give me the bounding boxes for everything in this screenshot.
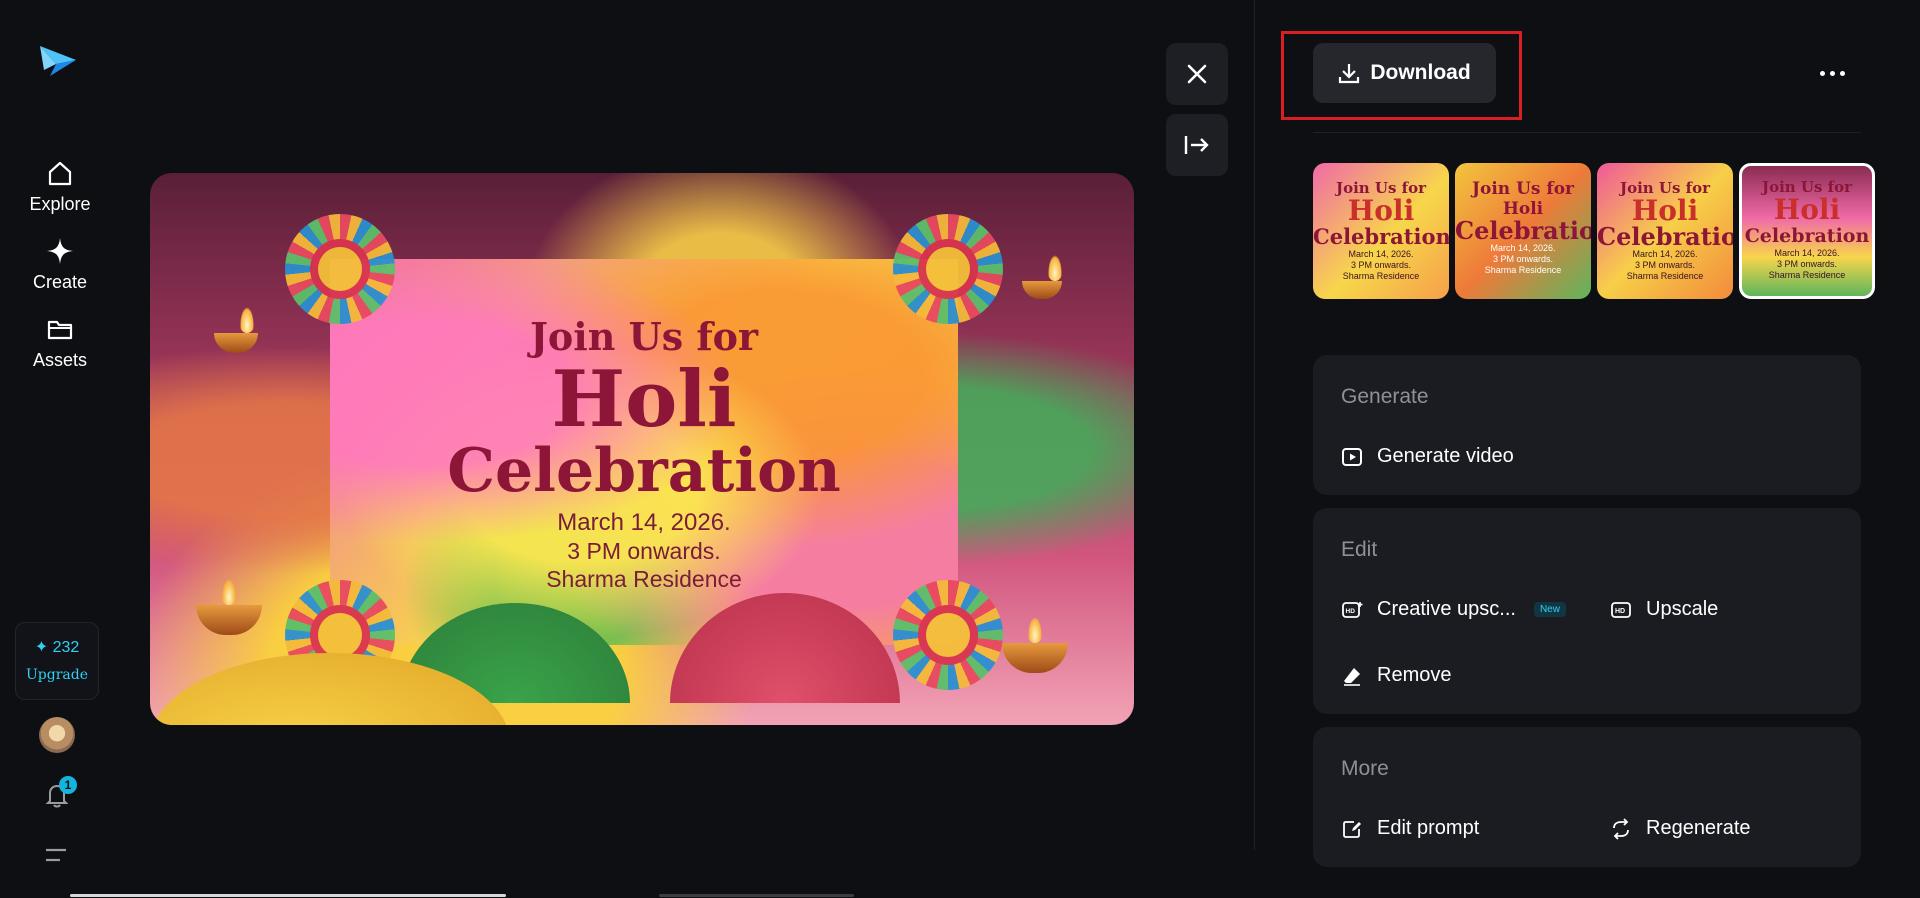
remove-button[interactable]: Remove [1341,664,1451,687]
horizontal-scrollbar[interactable] [70,894,506,897]
app-logo[interactable] [36,40,78,82]
more-icon [1819,70,1845,76]
thumb-line2: Holi [1347,194,1415,227]
mandala-decoration [893,214,1003,324]
edit-title: Edit [1341,538,1378,561]
poster-line2: Holi [551,354,737,445]
regenerate-label: Regenerate [1646,817,1751,839]
horizontal-scrollbar-secondary[interactable] [659,894,854,897]
regenerate-button[interactable]: Regenerate [1610,817,1751,840]
home-icon [48,161,72,186]
diya-lamp [1022,255,1062,299]
thumb-line3: Celebration [1313,224,1449,249]
thumbnail-1[interactable]: Join Us for Holi Celebration March 14, 2… [1313,163,1449,299]
thumb-line3: Celebration [1597,222,1733,251]
thumb-time: 3 PM onwards. [1492,254,1554,264]
poster-time: 3 PM onwards. [567,538,721,564]
thumb-place: Sharma Residence [1626,271,1704,281]
thumb-line2: Holi [1773,193,1841,226]
thumbnail-2[interactable]: Join Us for Holi Celebration March 14, 2… [1455,163,1591,299]
diya-lamp [1002,617,1068,673]
thumb-place: Sharma Residence [1484,265,1562,275]
generate-video-label: Generate video [1377,445,1514,467]
poster-line3: Celebration [447,436,841,506]
more-title: More [1341,757,1389,780]
hd-plus-icon: HD [1342,601,1363,618]
regenerate-icon [1613,817,1629,840]
poster-place: Sharma Residence [546,566,742,592]
thumb-place: Sharma Residence [1768,270,1846,280]
menu-icon[interactable] [44,846,70,866]
upscale-button[interactable]: HD Upscale [1610,598,1718,621]
thumbnail-4[interactable]: Join Us for Holi Celebration March 14, 2… [1739,163,1875,299]
download-button[interactable]: Download [1313,43,1496,103]
edit-prompt-button[interactable]: Edit prompt [1341,817,1479,840]
thumb-line2: Holi [1631,194,1699,227]
thumb-place: Sharma Residence [1342,271,1420,281]
poster-line1: Join Us for [529,314,759,359]
edit-card: Edit HD Creative upsc... New HD Upscale … [1313,508,1861,714]
download-icon [1339,64,1360,84]
header-divider [1313,132,1861,133]
sidebar-item-assets[interactable]: Assets [10,314,110,371]
download-label: Download [1370,61,1471,84]
folder-icon [47,320,73,340]
notification-badge: 1 [59,776,77,794]
avatar[interactable] [39,717,75,753]
hd-icon: HD [1611,601,1631,618]
eraser-icon [1344,667,1360,686]
edit-prompt-icon [1343,820,1361,838]
generate-title: Generate [1341,385,1429,408]
close-button[interactable] [1166,43,1228,105]
thumb-date: March 14, 2026. [1348,249,1414,259]
remove-label: Remove [1377,664,1452,686]
mandala-decoration [285,214,395,324]
poster-text: Join Us for Holi Celebration March 14, 2… [330,314,958,593]
sidebar-item-label: Explore [29,194,91,214]
collapse-panel-icon [1184,136,1209,154]
close-icon [1187,64,1207,84]
generate-video-button[interactable]: Generate video [1341,445,1514,468]
play-video-icon [1342,447,1362,466]
sidebar-item-label: Create [32,272,88,292]
sparkle-icon [47,238,73,264]
poster-card: Join Us for Holi Celebration March 14, 2… [285,214,1003,690]
mandala-decoration [893,580,1003,690]
creative-upscale-label: Creative upsc... [1377,598,1516,620]
thumb-line3: Celebration [1744,225,1870,247]
thumb-date: March 14, 2026. [1774,248,1840,258]
sidebar-item-label: Assets [32,350,88,370]
thumb-time: 3 PM onwards. [1634,260,1696,270]
credits-count: ✦ 232 [34,639,80,656]
thumb-line3: Celebration [1455,216,1591,245]
poster-date: March 14, 2026. [557,509,731,536]
upgrade-link[interactable]: Upgrade [16,667,98,683]
credits-upgrade-box[interactable]: ✦ 232 Upgrade [15,622,99,700]
svg-text:HD: HD [1615,608,1625,615]
sidebar: Explore Create Assets ✦ 232 Upgrade 1 [0,0,120,898]
panel-divider [1254,0,1255,850]
thumb-time: 3 PM onwards. [1350,260,1412,270]
thumb-time: 3 PM onwards. [1776,259,1838,269]
thumbnail-3[interactable]: Join Us for Holi Celebration March 14, 2… [1597,163,1733,299]
more-options-button[interactable] [1812,55,1852,91]
collapse-panel-button[interactable] [1166,114,1228,176]
svg-text:HD: HD [1346,608,1356,615]
new-badge: New [1533,602,1566,617]
diya-lamp [196,579,262,635]
more-card: More Edit prompt Regenerate [1313,727,1861,867]
sidebar-item-create[interactable]: Create [10,236,110,293]
image-preview[interactable]: Join Us for Holi Celebration March 14, 2… [150,173,1134,725]
diya-lamp [214,307,258,353]
thumb-line1: Join Us for Holi [1471,179,1575,219]
creative-upscale-button[interactable]: HD Creative upsc... New [1341,598,1566,621]
generate-card: Generate Generate video [1313,355,1861,495]
edit-prompt-label: Edit prompt [1377,817,1480,839]
upscale-label: Upscale [1646,598,1719,620]
sidebar-item-explore[interactable]: Explore [10,158,110,215]
